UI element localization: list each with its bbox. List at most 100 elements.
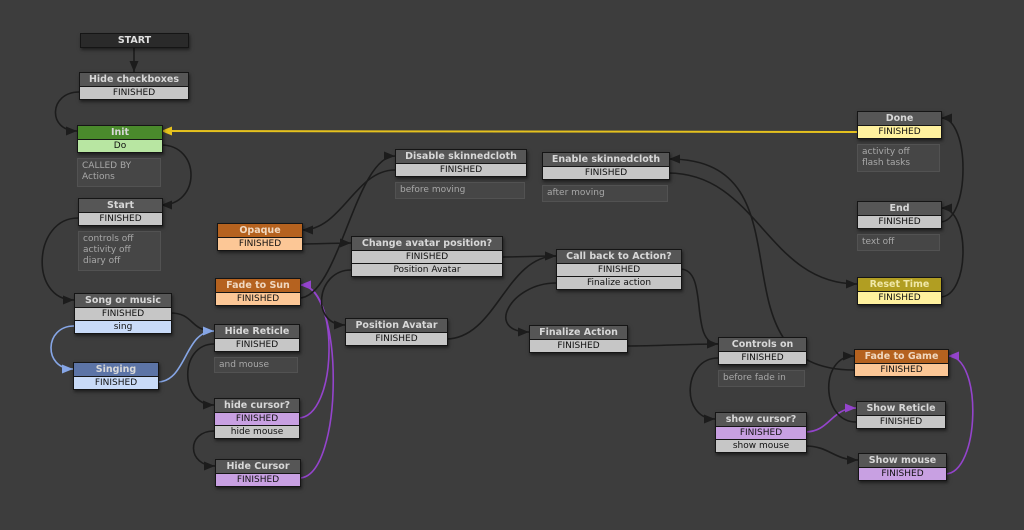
- state-title[interactable]: Fade to Game: [855, 350, 948, 363]
- transition-event[interactable]: sing: [75, 321, 171, 333]
- state-title[interactable]: Enable skinnedcloth: [543, 153, 669, 166]
- state-node-init[interactable]: Init Do: [77, 125, 163, 153]
- state-comment: text off: [857, 234, 940, 251]
- transition-event[interactable]: FINISHED: [346, 333, 447, 345]
- transition-event[interactable]: FINISHED: [216, 474, 300, 486]
- state-node-show-reticle[interactable]: Show Reticle FINISHED: [856, 401, 946, 429]
- state-node-disable-skinnedcloth[interactable]: Disable skinnedcloth FINISHED: [395, 149, 527, 177]
- state-node-show-cursor-q[interactable]: show cursor? FINISHED show mouse: [715, 412, 807, 453]
- transition-edge: [50, 325, 75, 370]
- state-title[interactable]: show cursor?: [716, 413, 806, 426]
- transition-event[interactable]: Finalize action: [557, 277, 681, 289]
- state-title[interactable]: End: [858, 202, 941, 215]
- state-node-opaque[interactable]: Opaque FINISHED: [217, 223, 303, 251]
- state-node-show-mouse[interactable]: Show mouse FINISHED: [858, 453, 947, 481]
- state-node-controls-on[interactable]: Controls on FINISHED: [718, 337, 807, 365]
- transition-edge: [301, 169, 396, 231]
- transition-edge: [689, 357, 719, 420]
- transition-event[interactable]: FINISHED: [530, 340, 627, 352]
- state-title[interactable]: Fade to Sun: [216, 279, 300, 292]
- state-comment: after moving: [542, 185, 668, 202]
- transition-event[interactable]: FINISHED: [855, 364, 948, 376]
- transition-event[interactable]: FINISHED: [216, 293, 300, 305]
- state-title[interactable]: Position Avatar: [346, 319, 447, 332]
- transition-event[interactable]: FINISHED: [215, 339, 299, 351]
- transition-event[interactable]: FINISHED: [75, 308, 171, 320]
- state-node-reset-time[interactable]: Reset Time FINISHED: [857, 277, 942, 305]
- transition-event[interactable]: FINISHED: [858, 126, 941, 138]
- transition-event[interactable]: show mouse: [716, 440, 806, 452]
- transition-event[interactable]: FINISHED: [218, 238, 302, 250]
- transition-event[interactable]: FINISHED: [858, 292, 941, 304]
- arrowhead-icon: [707, 339, 718, 349]
- transition-event[interactable]: FINISHED: [396, 164, 526, 176]
- state-title[interactable]: hide cursor?: [215, 399, 299, 412]
- state-node-finalize-action[interactable]: Finalize Action FINISHED: [529, 325, 628, 353]
- transition-event[interactable]: FINISHED: [215, 413, 299, 425]
- state-node-hide-cursor[interactable]: Hide Cursor FINISHED: [215, 459, 301, 487]
- state-node-start-state[interactable]: Start FINISHED: [78, 198, 163, 226]
- state-title[interactable]: Show mouse: [859, 454, 946, 467]
- transition-event[interactable]: Do: [78, 140, 162, 152]
- state-node-fade-to-game[interactable]: Fade to Game FINISHED: [854, 349, 949, 377]
- state-title[interactable]: Controls on: [719, 338, 806, 351]
- state-node-enable-skinnedcloth[interactable]: Enable skinnedcloth FINISHED: [542, 152, 670, 180]
- state-node-done[interactable]: Done FINISHED: [857, 111, 942, 139]
- state-node-hide-reticle[interactable]: Hide Reticle FINISHED: [214, 324, 300, 352]
- state-title[interactable]: Hide checkboxes: [80, 73, 188, 86]
- state-title[interactable]: Disable skinnedcloth: [396, 150, 526, 163]
- transition-event[interactable]: hide mouse: [215, 426, 299, 438]
- arrowhead-icon: [518, 327, 529, 337]
- state-title[interactable]: START: [81, 34, 188, 47]
- state-node-change-avatar-position[interactable]: Change avatar position? FINISHED Position …: [351, 236, 503, 277]
- transition-edge: [297, 284, 330, 419]
- state-comment: activity off flash tasks: [857, 144, 940, 172]
- arrowhead-icon: [62, 364, 73, 374]
- arrowhead-icon: [941, 113, 952, 123]
- transition-event[interactable]: FINISHED: [543, 167, 669, 179]
- transition-event[interactable]: FINISHED: [719, 352, 806, 364]
- state-title[interactable]: Finalize Action: [530, 326, 627, 339]
- state-comment: controls off activity off diary off: [78, 231, 161, 271]
- transition-event[interactable]: FINISHED: [557, 264, 681, 276]
- state-title[interactable]: Hide Reticle: [215, 325, 299, 338]
- transition-event[interactable]: FINISHED: [352, 251, 502, 263]
- state-title[interactable]: Singing: [74, 363, 158, 376]
- state-comment: CALLED BY Actions: [77, 158, 161, 187]
- transition-edge: [160, 144, 192, 206]
- transition-edge: [169, 312, 215, 332]
- state-title[interactable]: Start: [79, 199, 162, 212]
- transition-event[interactable]: FINISHED: [716, 427, 806, 439]
- transition-event[interactable]: FINISHED: [80, 87, 188, 99]
- arrowhead-icon: [384, 151, 395, 161]
- state-node-song-or-music[interactable]: Song or music FINISHED sing: [74, 293, 172, 334]
- transition-event[interactable]: FINISHED: [858, 216, 941, 228]
- state-title[interactable]: Reset Time: [858, 278, 941, 291]
- state-node-singing[interactable]: Singing FINISHED: [73, 362, 159, 390]
- transition-event[interactable]: FINISHED: [859, 468, 946, 480]
- state-title[interactable]: Hide Cursor: [216, 460, 300, 473]
- transition-edge: [192, 430, 216, 467]
- state-title[interactable]: Opaque: [218, 224, 302, 237]
- transition-event[interactable]: FINISHED: [79, 213, 162, 225]
- transition-event[interactable]: FINISHED: [74, 377, 158, 389]
- state-title[interactable]: Show Reticle: [857, 402, 945, 415]
- state-node-start[interactable]: START: [80, 33, 189, 48]
- transition-edge: [160, 130, 858, 133]
- state-node-call-back-to-action[interactable]: Call back to Action? FINISHED Finalize act…: [556, 249, 682, 290]
- state-node-end[interactable]: End FINISHED: [857, 201, 942, 229]
- state-node-hide-cursor-q[interactable]: hide cursor? FINISHED hide mouse: [214, 398, 300, 439]
- state-title[interactable]: Call back to Action?: [557, 250, 681, 263]
- state-node-hide-checkboxes[interactable]: Hide checkboxes FINISHED: [79, 72, 189, 100]
- arrowhead-icon: [847, 455, 858, 465]
- arrowhead-icon: [948, 351, 959, 361]
- state-title[interactable]: Song or music: [75, 294, 171, 307]
- state-title[interactable]: Change avatar position?: [352, 237, 502, 250]
- state-node-fade-to-sun[interactable]: Fade to Sun FINISHED: [215, 278, 301, 306]
- transition-event[interactable]: FINISHED: [857, 416, 945, 428]
- state-title[interactable]: Done: [858, 112, 941, 125]
- transition-event[interactable]: Position Avatar: [352, 264, 502, 276]
- state-node-position-avatar[interactable]: Position Avatar FINISHED: [345, 318, 448, 346]
- state-title[interactable]: Init: [78, 126, 162, 139]
- arrowhead-icon: [302, 225, 313, 235]
